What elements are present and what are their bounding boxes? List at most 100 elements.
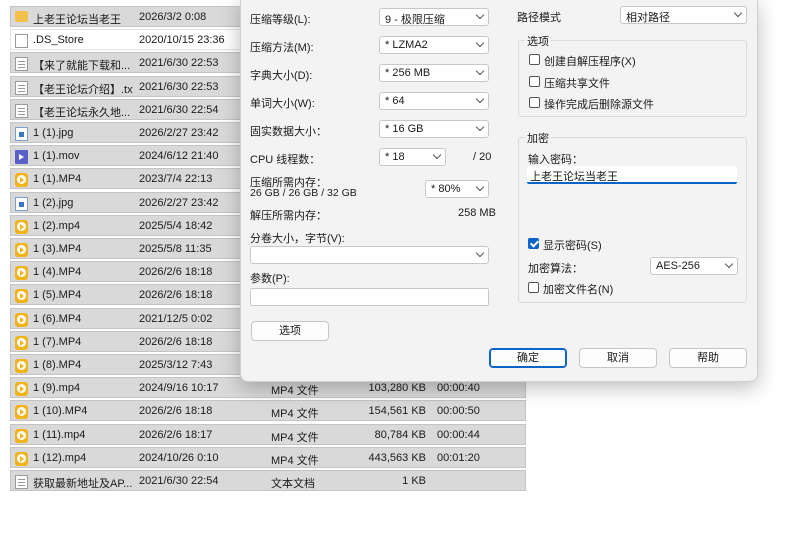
- solid-block-label: 固实数据大小：: [250, 126, 327, 138]
- compression-level-select[interactable]: 9 - 极限压缩: [379, 8, 489, 26]
- compression-method-label: 压缩方法(M):: [250, 42, 314, 54]
- path-mode-select[interactable]: 相对路径: [620, 6, 747, 24]
- video-file-icon: [15, 451, 28, 466]
- compression-level-value: 9 - 极限压缩: [385, 14, 445, 26]
- options-group: 选项 创建自解压程序(X) 压缩共享文件 操作完成后删除源文件: [518, 33, 747, 117]
- solid-block-select[interactable]: * 16 GB: [379, 120, 489, 138]
- file-name: 1 (4).MP4: [33, 266, 82, 279]
- file-name: 【来了就能下载和...: [33, 60, 131, 73]
- encryption-method-select[interactable]: AES-256: [650, 257, 738, 275]
- file-type: MP4 文件: [271, 408, 319, 421]
- video-file-icon: [15, 289, 28, 304]
- split-volume-label: 分卷大小，字节(V):: [250, 233, 345, 245]
- file-name: 1 (6).MP4: [33, 312, 82, 325]
- video-file-icon: [15, 312, 28, 327]
- checkbox-box: [529, 76, 540, 87]
- cpu-threads-value: * 18: [385, 151, 405, 163]
- cancel-button[interactable]: 取消: [579, 348, 657, 368]
- cpu-threads-select[interactable]: * 18: [379, 148, 446, 166]
- video-file-icon: [15, 219, 28, 234]
- file-row[interactable]: 1 (12).mp4 2024/10/26 0:10 MP4 文件 443,563 K…: [10, 446, 526, 468]
- file-name: 1 (1).MP4: [33, 173, 82, 186]
- file-size: 80,784 KB: [374, 428, 426, 441]
- show-password-label: 显示密码(S): [543, 240, 602, 252]
- video-file-icon: [15, 382, 28, 397]
- checkbox-checked-icon: [528, 238, 539, 249]
- encryption-method-label: 加密算法：: [528, 263, 583, 275]
- chevron-down-icon: [475, 94, 485, 104]
- file-row[interactable]: 1 (11).mp4 2026/2/6 18:17 MP4 文件 80,784 KB 0…: [10, 423, 526, 445]
- video-file-icon: [15, 173, 28, 188]
- cpu-threads-label: CPU 线程数：: [250, 154, 321, 166]
- text-file-icon: [15, 57, 28, 72]
- file-size: 1 KB: [402, 475, 426, 487]
- compress-shared-label: 压缩共享文件: [544, 78, 610, 90]
- file-icon: [15, 34, 28, 49]
- video-file-icon: [15, 335, 28, 350]
- file-type: MP4 文件: [271, 454, 319, 467]
- file-name: 1 (10).MP4: [33, 405, 88, 418]
- help-button[interactable]: 帮助: [669, 348, 747, 368]
- split-volume-select[interactable]: [250, 246, 489, 264]
- file-name: 1 (2).jpg: [33, 196, 74, 209]
- file-row[interactable]: 1 (10).MP4 2026/2/6 18:18 MP4 文件 154,561 KB…: [10, 400, 526, 422]
- file-size: 154,561 KB: [368, 405, 427, 418]
- password-input[interactable]: 上老王论坛当老王: [527, 166, 737, 184]
- chevron-down-icon: [475, 38, 485, 48]
- file-name: 1 (1).jpg: [33, 127, 74, 139]
- encrypt-names-label: 加密文件名(N): [543, 284, 614, 296]
- ok-button[interactable]: 确定: [489, 348, 567, 368]
- dictionary-size-label: 字典大小(D):: [250, 70, 313, 82]
- video-file-icon: [15, 359, 28, 373]
- text-file-icon: [15, 103, 28, 118]
- file-name: 1 (1).mov: [33, 150, 80, 163]
- file-name: 1 (11).mp4: [33, 428, 86, 441]
- file-type: MP4 文件: [271, 385, 319, 398]
- chevron-down-icon: [733, 8, 743, 18]
- file-name: 1 (12).mp4: [33, 451, 87, 464]
- file-name: 1 (8).MP4: [33, 359, 82, 371]
- video-file-icon: [15, 266, 28, 281]
- video-file-icon: [15, 428, 28, 443]
- folder-icon: [15, 11, 28, 22]
- file-name: 上老王论坛当老王: [33, 14, 121, 26]
- delete-after-label: 操作完成后删除源文件: [544, 99, 654, 111]
- parameters-label: 参数(P):: [250, 273, 290, 285]
- memory-percent-select[interactable]: * 80%: [425, 180, 489, 198]
- solid-block-value: * 16 GB: [385, 123, 424, 135]
- compression-level-label: 压缩等级(L):: [250, 14, 311, 26]
- word-size-select[interactable]: * 64: [379, 92, 489, 110]
- file-name: 获取最新地址及AP...: [33, 478, 133, 490]
- memory-decompress-label: 解压所需内存：: [250, 210, 327, 222]
- file-name: 1 (3).MP4: [33, 243, 82, 255]
- create-sfx-label: 创建自解压程序(X): [544, 56, 636, 68]
- parameters-input[interactable]: [250, 288, 489, 306]
- checkbox-box: [529, 54, 540, 65]
- file-date: 2026/2/6 18:17: [139, 428, 213, 441]
- compression-method-select[interactable]: * LZMA2: [379, 36, 489, 54]
- chevron-down-icon: [724, 259, 734, 269]
- image-file-icon: [15, 127, 28, 141]
- options-group-title: 选项: [525, 33, 551, 49]
- file-size: 103,280 KB: [368, 382, 427, 395]
- dictionary-size-select[interactable]: * 256 MB: [379, 64, 489, 82]
- file-type: 文本文档: [271, 478, 315, 490]
- compression-method-value: * LZMA2: [385, 39, 428, 51]
- file-name: 【老王论坛介绍】.txt: [33, 83, 133, 96]
- file-name: 1 (7).MP4: [33, 335, 82, 348]
- path-mode-value: 相对路径: [626, 12, 670, 24]
- options-button[interactable]: 选项: [251, 321, 329, 341]
- encryption-method-value: AES-256: [656, 260, 701, 272]
- text-file-icon: [15, 80, 28, 95]
- file-row[interactable]: 获取最新地址及AP... 2021/6/30 22:54 文本文档 1 KB: [10, 470, 526, 491]
- memory-percent-value: * 80%: [431, 183, 461, 195]
- file-name: 1 (2).mp4: [33, 219, 81, 232]
- word-size-label: 单词大小(W):: [250, 98, 315, 110]
- chevron-down-icon: [475, 122, 485, 132]
- cpu-threads-total: / 20: [473, 151, 492, 163]
- file-duration: 00:01:20: [437, 451, 480, 464]
- mov-file-icon: [15, 150, 28, 165]
- memory-compress-detail: 26 GB / 26 GB / 32 GB: [250, 187, 357, 199]
- file-size: 443,563 KB: [368, 451, 427, 464]
- encryption-group: 加密 输入密码： 上老王论坛当老王 显示密码(S) 加密算法： AES-256 …: [518, 130, 747, 303]
